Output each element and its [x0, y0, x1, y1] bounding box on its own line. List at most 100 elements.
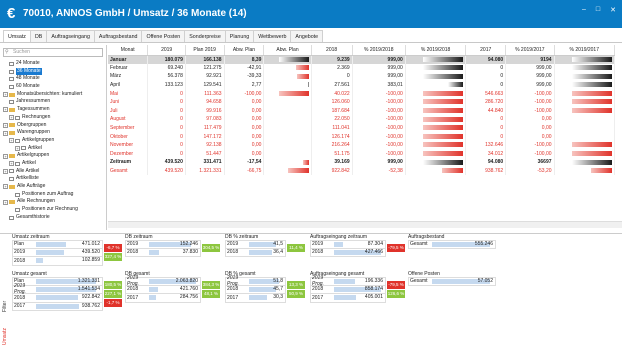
table-row[interactable]: Juni 0 94.658 0,00 126.060 -100,00 286.720 -100…: [108, 97, 616, 107]
tree-item[interactable]: + Monatsübersichten: kumuliert: [3, 91, 105, 99]
tree-item[interactable]: 48 Monate: [3, 75, 105, 83]
table-cell: 44.840: [465, 106, 507, 116]
tree-item[interactable]: + Obergruppen: [3, 122, 105, 130]
expand-toggle-icon[interactable]: +: [3, 153, 8, 159]
table-cell: 94.080: [465, 158, 507, 167]
tree-item[interactable]: + Alle Aufträge: [3, 183, 105, 191]
tab-auftragsbestand[interactable]: Auftragsbestand: [93, 30, 143, 42]
table-row[interactable]: September 0 117.479 0,00 111.041 -100,00 0 0,00: [108, 123, 616, 133]
column-header[interactable]: Plan 2019: [185, 45, 225, 56]
expand-toggle-icon[interactable]: +: [3, 199, 8, 205]
tab-angebote[interactable]: Angebote: [290, 30, 324, 42]
expand-toggle-icon[interactable]: +: [3, 122, 8, 128]
value-bar: [36, 249, 65, 255]
tree-item[interactable]: + Alle Rechnungen: [3, 198, 105, 206]
table-cell: [263, 63, 312, 73]
tree-item[interactable]: Artikelliste: [3, 175, 105, 183]
tree-item[interactable]: + Tagessummen: [3, 106, 105, 114]
panel-rows: 2019 152.246 2018 37.830: [125, 240, 201, 257]
column-header[interactable]: Abw. Plan: [224, 45, 265, 56]
table-cell: 0: [465, 63, 507, 73]
table-row[interactable]: März 56.378 92.921 -39,33 0 999,00 0 999,00: [108, 72, 616, 81]
table-cell: [554, 166, 616, 176]
tree-item[interactable]: Positionen zum Auftrag: [3, 191, 105, 199]
panel-row-label: Gesamt: [410, 241, 428, 248]
maximize-button[interactable]: □: [596, 6, 600, 14]
table-cell: [554, 63, 616, 73]
panel-row: 2018 427.466: [310, 248, 386, 257]
table-cell: [263, 106, 312, 116]
panel-row-value: 922.842: [35, 294, 102, 301]
table-cell: Juni: [108, 97, 149, 107]
column-header[interactable]: % 2019/2017: [554, 45, 616, 56]
column-header[interactable]: 2017: [465, 45, 507, 56]
column-header[interactable]: Monat: [108, 45, 149, 56]
tab-auftragseingang[interactable]: Auftragseingang: [46, 30, 95, 42]
file-icon: [21, 146, 26, 151]
expand-toggle-icon[interactable]: +: [9, 138, 14, 144]
tree-item[interactable]: Jahressummen: [3, 98, 105, 106]
table-row[interactable]: Januar 180.079 166.138 8,39 9.239 999,00 94.08…: [108, 55, 616, 64]
column-header[interactable]: Abw. Plan: [263, 45, 312, 56]
column-header[interactable]: 2018: [311, 45, 353, 56]
tree-item[interactable]: Gesamthistorie: [3, 214, 105, 222]
folder-icon: [9, 123, 15, 128]
expand-toggle-icon[interactable]: +: [3, 92, 8, 98]
tab-umsatz[interactable]: Umsatz: [3, 30, 31, 42]
tab-planung[interactable]: Planung: [224, 30, 255, 42]
horizontal-scrollbar[interactable]: [108, 221, 622, 228]
filter-side-tab[interactable]: Filter: [2, 301, 8, 312]
table-row[interactable]: Dezember 0 51.447 0,00 51.175 -100,00 34.012 -1…: [108, 149, 616, 159]
table-row[interactable]: April 133.123 129.541 2,77 27.561 383,01 0 999,…: [108, 80, 616, 90]
tree-item[interactable]: + Artikel: [3, 145, 105, 153]
panel-row-value: 938.762: [35, 303, 102, 310]
table-cell: 22.050: [311, 115, 353, 124]
table-cell: 922.842: [311, 166, 353, 176]
expand-toggle-icon[interactable]: +: [3, 184, 8, 190]
tree-item[interactable]: + Alle Artikel: [3, 168, 105, 176]
expand-toggle-icon[interactable]: +: [3, 107, 8, 113]
tree-item[interactable]: + Artikelgruppen: [3, 152, 105, 160]
umsatz-side-tab[interactable]: Umsatz: [2, 328, 8, 345]
table-row[interactable]: November 0 92.138 0,00 216.264 -100,00 132.646…: [108, 140, 616, 150]
table-cell: 111.041: [311, 123, 353, 133]
table-row[interactable]: Zeitraum 439.520 331.471 -17,54 39.169 999,00…: [108, 158, 616, 167]
tree-item[interactable]: Positionen zur Rechnung: [3, 206, 105, 214]
table-row[interactable]: Mai 0 111.363 -100,00 40.022 -100,00 546.663 -1…: [108, 89, 616, 98]
table-cell: 938.762: [465, 166, 507, 176]
expand-toggle-icon[interactable]: +: [9, 115, 14, 121]
table-row[interactable]: Oktober 0 147.172 0,00 126.174 -100,00 0 0,00: [108, 132, 616, 141]
tab-db[interactable]: DB: [29, 30, 48, 42]
expand-toggle-icon[interactable]: +: [3, 130, 8, 136]
table-row[interactable]: Gesamt 439.520 1.321.331 -66,75 922.842 -52,3…: [108, 166, 616, 176]
tab-offene-posten[interactable]: Offene Posten: [141, 30, 186, 42]
expand-toggle-icon[interactable]: +: [3, 168, 8, 174]
panel-row-value: 45,7: [248, 286, 285, 293]
tree-item-label: Alle Aufträge: [17, 183, 46, 189]
tree-item[interactable]: + Artikelgruppen: [3, 137, 105, 145]
column-header[interactable]: 2019: [147, 45, 186, 56]
expand-toggle-icon[interactable]: +: [9, 161, 14, 167]
column-header[interactable]: % 2019/2017: [505, 45, 555, 56]
tree-item[interactable]: 36 Monate: [3, 67, 105, 76]
tab-sonderpreise[interactable]: Sonderpreise: [184, 30, 226, 42]
tree-item[interactable]: + Artikel: [3, 160, 105, 168]
tab-wettbewerb[interactable]: Wettbewerb: [253, 30, 292, 42]
column-header[interactable]: % 2019/2018: [405, 45, 467, 56]
minimize-button[interactable]: –: [582, 6, 586, 14]
table-row[interactable]: Juli 0 99.916 0,00 187.684 -100,00 44.840 -100,…: [108, 106, 616, 116]
table-cell: 0: [147, 89, 186, 98]
expand-toggle-icon[interactable]: +: [15, 145, 20, 151]
close-button[interactable]: ✕: [610, 6, 616, 14]
search-input[interactable]: ⚲ Suchen: [3, 48, 103, 57]
file-icon: [15, 161, 20, 166]
table-row[interactable]: Februar 69.240 121.275 -42,91 2.369 999,00 0 99…: [108, 63, 616, 73]
tree-item[interactable]: 24 Monate: [3, 60, 105, 68]
tree-item[interactable]: + Rechnungen: [3, 114, 105, 122]
table-cell: [405, 158, 467, 167]
table-row[interactable]: August 0 97.083 0,00 22.050 -100,00 0 0,00: [108, 115, 616, 124]
tree-item[interactable]: 60 Monate: [3, 83, 105, 91]
table-cell: 94.080: [465, 55, 507, 64]
tree-item[interactable]: + Warengruppen: [3, 129, 105, 137]
column-header[interactable]: % 2019/2018: [352, 45, 406, 56]
